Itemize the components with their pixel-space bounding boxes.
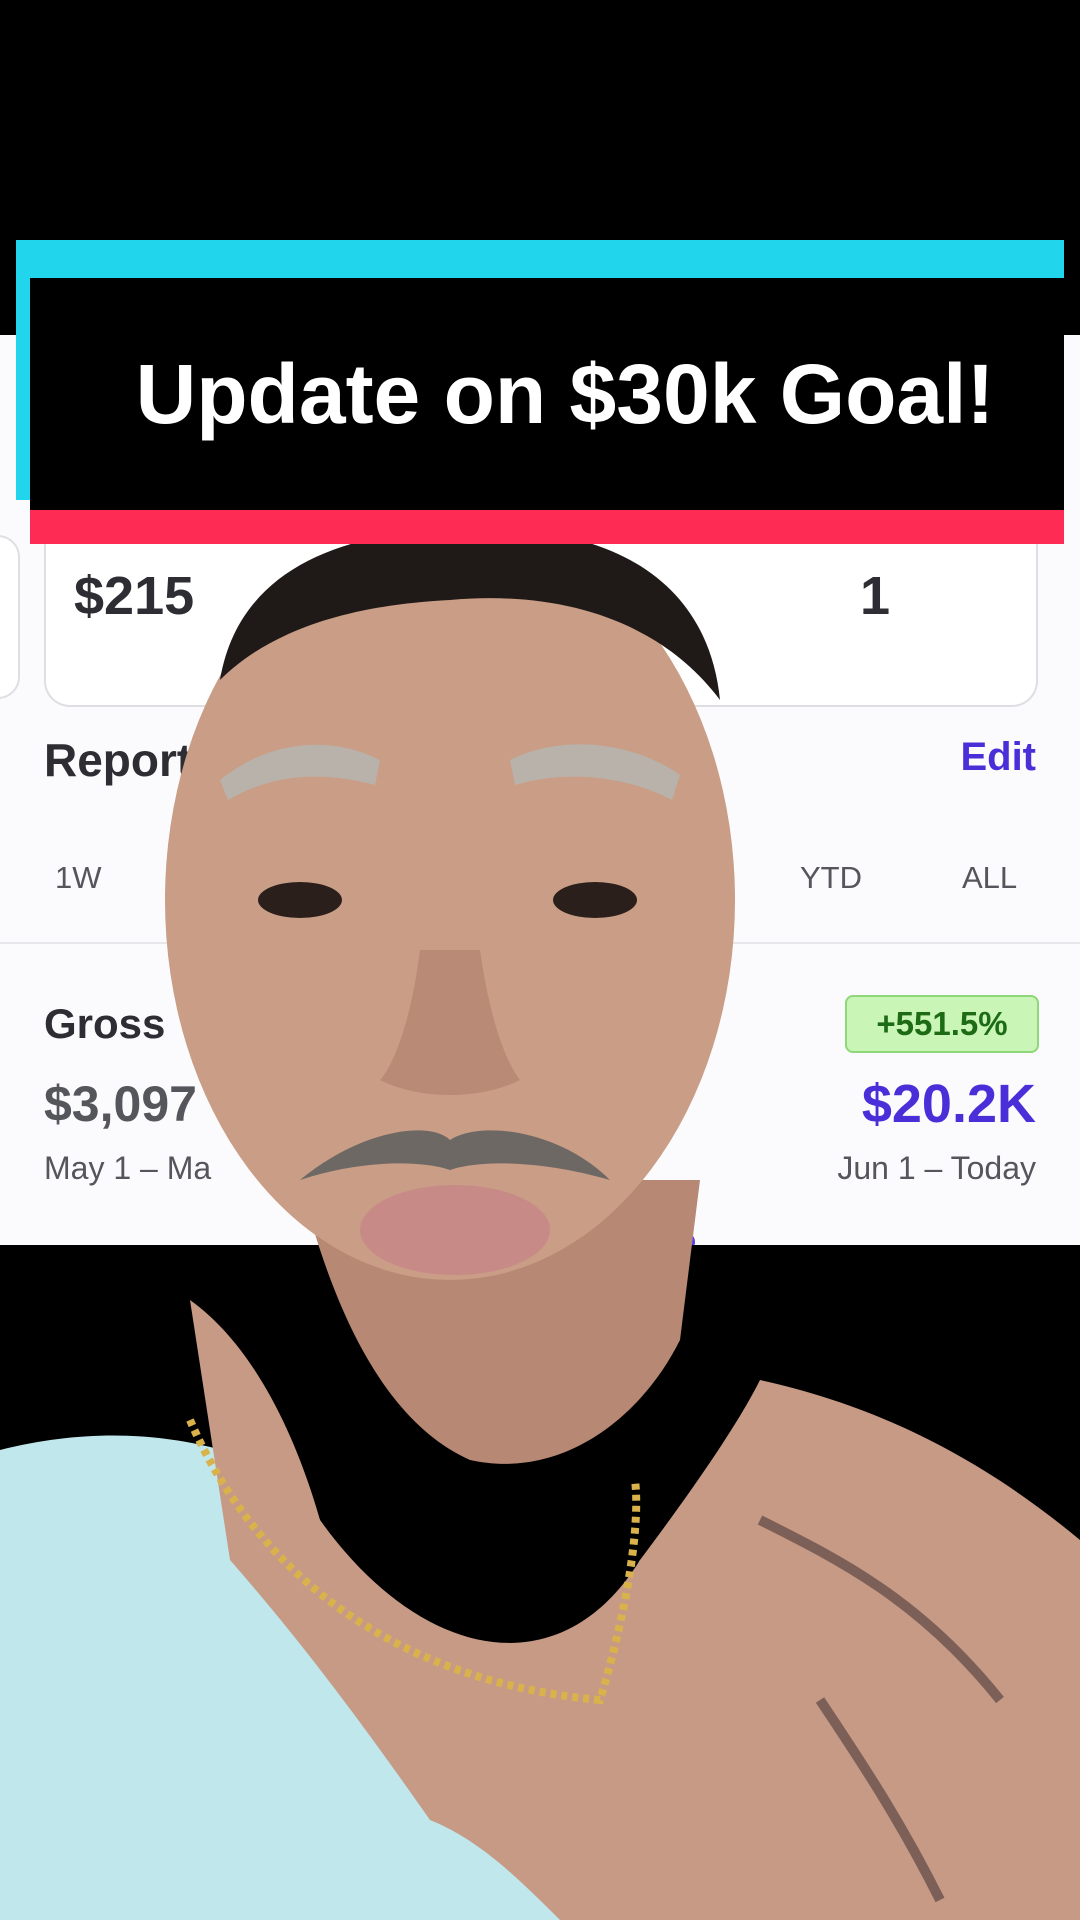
banner-title: Update on $30k Goal!: [135, 347, 995, 441]
video-frame: $215 1 Report Edit 1W YTD ALL Gross $3,0…: [0, 0, 1080, 1920]
